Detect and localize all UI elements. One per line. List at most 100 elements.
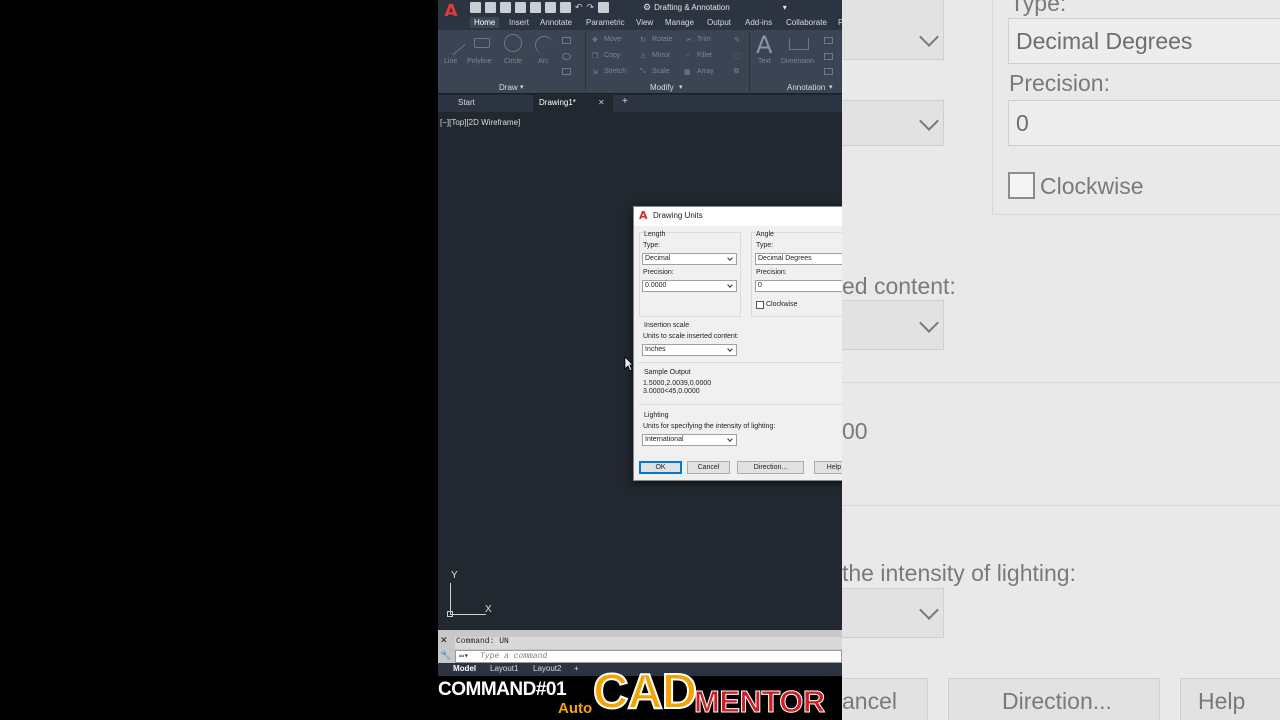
array-icon: ▦ bbox=[684, 69, 691, 76]
table-grid-icon[interactable] bbox=[824, 68, 833, 75]
ucs-x-axis bbox=[450, 614, 486, 615]
zoom-checkbox bbox=[1008, 172, 1035, 199]
text-icon: A bbox=[756, 31, 773, 59]
ucs-origin bbox=[447, 611, 453, 617]
tab-insert[interactable]: Insert bbox=[505, 17, 533, 28]
leader-icon[interactable] bbox=[824, 37, 833, 44]
command-input[interactable]: ▭▾ Type a command bbox=[455, 650, 842, 663]
direction-button[interactable]: Direction... bbox=[737, 461, 804, 474]
polyline-icon bbox=[474, 38, 490, 48]
chevron-down-icon: ▾ bbox=[679, 84, 683, 91]
tab-annotate[interactable]: Annotate bbox=[536, 17, 576, 28]
tool-line[interactable]: Line bbox=[444, 58, 457, 65]
angle-precision-select[interactable]: 0 bbox=[755, 280, 842, 292]
save-as-icon[interactable] bbox=[515, 2, 526, 13]
panel-annotation-label[interactable]: Annotation bbox=[787, 83, 825, 92]
close-tab-icon[interactable]: ✕ bbox=[598, 98, 605, 107]
tab-collaborate[interactable]: Collaborate bbox=[782, 17, 831, 28]
save-icon[interactable] bbox=[500, 2, 511, 13]
sample-output-heading: Sample Output bbox=[644, 369, 691, 376]
tool-circle[interactable]: Circle bbox=[504, 58, 522, 65]
divider bbox=[639, 404, 842, 405]
tool-arc[interactable]: Arc bbox=[538, 58, 549, 65]
share-icon[interactable] bbox=[530, 2, 541, 13]
angle-type-value: Decimal Degrees bbox=[758, 255, 812, 262]
customize-icon[interactable]: 🔧 bbox=[440, 650, 451, 661]
ok-button[interactable]: OK bbox=[639, 461, 682, 474]
plot-icon[interactable] bbox=[560, 2, 571, 13]
chevron-down-icon bbox=[727, 436, 733, 442]
undo-icon[interactable]: ↶ bbox=[575, 2, 583, 13]
zoom-cancel-label: ancel bbox=[842, 688, 897, 714]
insertion-units-select[interactable]: Inches bbox=[642, 344, 737, 356]
angle-heading: Angle bbox=[756, 231, 774, 238]
table-insert-icon[interactable] bbox=[824, 53, 833, 60]
new-tab-icon[interactable]: + bbox=[622, 96, 628, 107]
move-icon: ✥ bbox=[592, 37, 598, 44]
scale-icon: ⤡ bbox=[640, 68, 646, 75]
tool-text[interactable]: Text bbox=[758, 58, 771, 65]
offset-icon[interactable]: ⧉ bbox=[734, 68, 739, 76]
dialog-titlebar[interactable]: A Drawing Units bbox=[634, 207, 842, 226]
tool-polyline[interactable]: Polyline bbox=[467, 58, 492, 65]
autocad-logo-icon: A bbox=[639, 209, 648, 222]
close-icon[interactable]: ✕ bbox=[440, 635, 448, 646]
tool-array[interactable]: Array bbox=[697, 68, 714, 75]
tab-layout1[interactable]: Layout1 bbox=[485, 664, 523, 673]
angle-precision-value: 0 bbox=[758, 282, 762, 289]
tab-parametric[interactable]: Parametric bbox=[582, 17, 629, 28]
length-precision-select[interactable]: 0.0000 bbox=[642, 280, 737, 292]
circle-icon bbox=[504, 34, 522, 52]
qat-icons: ↶ ↷ bbox=[470, 2, 610, 13]
panel-draw-label[interactable]: Draw bbox=[499, 83, 518, 92]
tab-output[interactable]: Output bbox=[703, 17, 735, 28]
tool-rotate[interactable]: Rotate bbox=[652, 36, 673, 43]
zoom-divider bbox=[842, 382, 1280, 383]
clockwise-checkbox[interactable] bbox=[756, 301, 764, 309]
angle-type-select[interactable]: Decimal Degrees bbox=[755, 253, 842, 265]
lighting-heading: Lighting bbox=[644, 412, 669, 419]
chevron-down-icon: ▾ bbox=[829, 84, 833, 91]
print-icon[interactable] bbox=[598, 2, 610, 13]
hatch-icon[interactable] bbox=[562, 53, 571, 60]
rectangle-icon[interactable] bbox=[562, 37, 571, 44]
web-mobile-icon[interactable] bbox=[545, 2, 556, 13]
command-history: Command: UN bbox=[455, 637, 842, 649]
command-prompt-icon[interactable]: ▭▾ bbox=[459, 651, 469, 662]
tool-scale[interactable]: Scale bbox=[652, 68, 670, 75]
tool-stretch[interactable]: Stretch bbox=[604, 68, 626, 75]
trim-icon: ✂ bbox=[686, 37, 692, 44]
tool-dimension[interactable]: Dimension bbox=[781, 58, 814, 65]
tab-f[interactable]: F bbox=[834, 17, 842, 28]
tab-add-ins[interactable]: Add-ins bbox=[741, 17, 776, 28]
length-type-value: Decimal bbox=[645, 255, 671, 262]
tab-start[interactable]: Start bbox=[458, 98, 475, 107]
lighting-units-select[interactable]: International bbox=[642, 434, 737, 446]
tool-move[interactable]: Move bbox=[604, 36, 621, 43]
tool-trim[interactable]: Trim bbox=[697, 36, 711, 43]
new-file-icon[interactable] bbox=[470, 2, 481, 13]
tool-mirror[interactable]: Mirror bbox=[652, 52, 670, 59]
tab-view[interactable]: View bbox=[632, 17, 657, 28]
redo-icon[interactable]: ↷ bbox=[587, 2, 595, 13]
help-button[interactable]: Help bbox=[814, 461, 842, 474]
command-number-caption: COMMAND#01 bbox=[438, 679, 567, 700]
tool-copy[interactable]: Copy bbox=[604, 52, 620, 59]
table-icon[interactable] bbox=[562, 68, 571, 75]
workspace-selector[interactable]: ⚙ Drafting & Annotation ▾ bbox=[643, 2, 787, 13]
tab-model[interactable]: Model bbox=[448, 664, 481, 673]
tab-home[interactable]: Home bbox=[470, 17, 500, 28]
add-layout-icon[interactable]: + bbox=[569, 664, 584, 673]
erase-icon[interactable]: ✎ bbox=[734, 36, 740, 44]
cancel-button[interactable]: Cancel bbox=[687, 461, 730, 474]
explode-icon[interactable]: ⬚ bbox=[734, 52, 741, 60]
panel-modify-label[interactable]: Modify bbox=[650, 83, 674, 92]
open-file-icon[interactable] bbox=[485, 2, 496, 13]
length-type-select[interactable]: Decimal bbox=[642, 253, 737, 265]
tab-manage[interactable]: Manage bbox=[661, 17, 698, 28]
tool-fillet[interactable]: Fillet bbox=[697, 52, 712, 59]
tab-drawing1-label[interactable]: Drawing1* bbox=[539, 98, 576, 107]
chevron-down-icon bbox=[727, 282, 733, 288]
workspace-label: Drafting & Annotation bbox=[654, 3, 730, 12]
tab-layout2[interactable]: Layout2 bbox=[528, 664, 566, 673]
